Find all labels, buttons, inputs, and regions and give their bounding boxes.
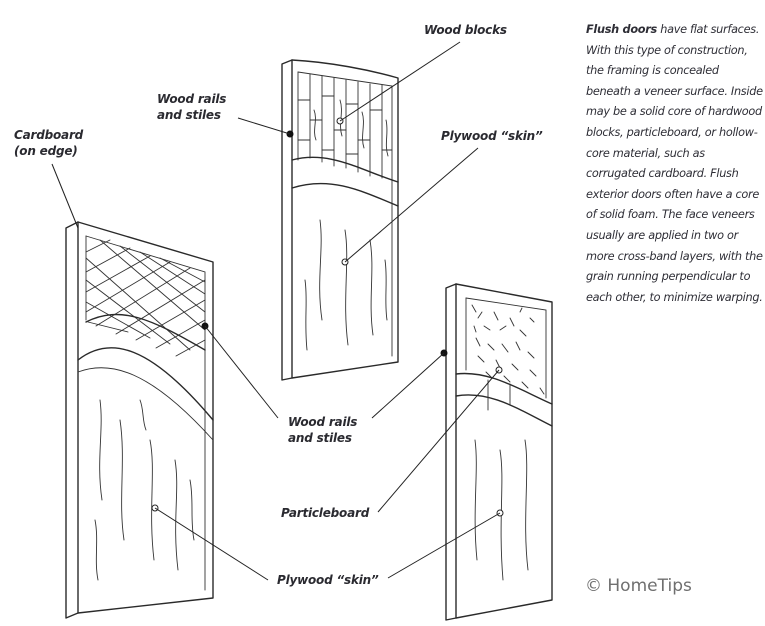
label-cardboard-on-edge: Cardboard (on edge): [14, 128, 84, 158]
label-wood-rails-stiles-top: Wood rails and stiles: [157, 92, 227, 122]
cardboard-lattice: [85, 239, 206, 357]
description-lead: Flush doors: [586, 23, 657, 36]
leader-lines: [51, 41, 501, 581]
label-plywood-skin-bottom: Plywood “skin”: [277, 573, 379, 587]
label-wood-blocks: Wood blocks: [424, 23, 507, 37]
label-plywood-skin-top: Plywood “skin”: [441, 129, 543, 143]
description-text: Flush doors have flat surfaces. With thi…: [586, 20, 765, 308]
particleboard-core-door: [440, 283, 553, 621]
label-particleboard: Particleboard: [281, 506, 370, 520]
description-body: have flat surfaces. With this type of co…: [586, 23, 763, 304]
wood-grain: [94, 399, 195, 581]
particleboard-pattern: [471, 304, 545, 395]
copyright-credit: © HomeTips: [585, 576, 692, 596]
label-wood-rails-stiles-mid: Wood rails and stiles: [288, 415, 358, 445]
wood-grain: [304, 219, 388, 351]
cardboard-core-door: [65, 221, 214, 619]
wood-block-core-door: [281, 59, 399, 381]
